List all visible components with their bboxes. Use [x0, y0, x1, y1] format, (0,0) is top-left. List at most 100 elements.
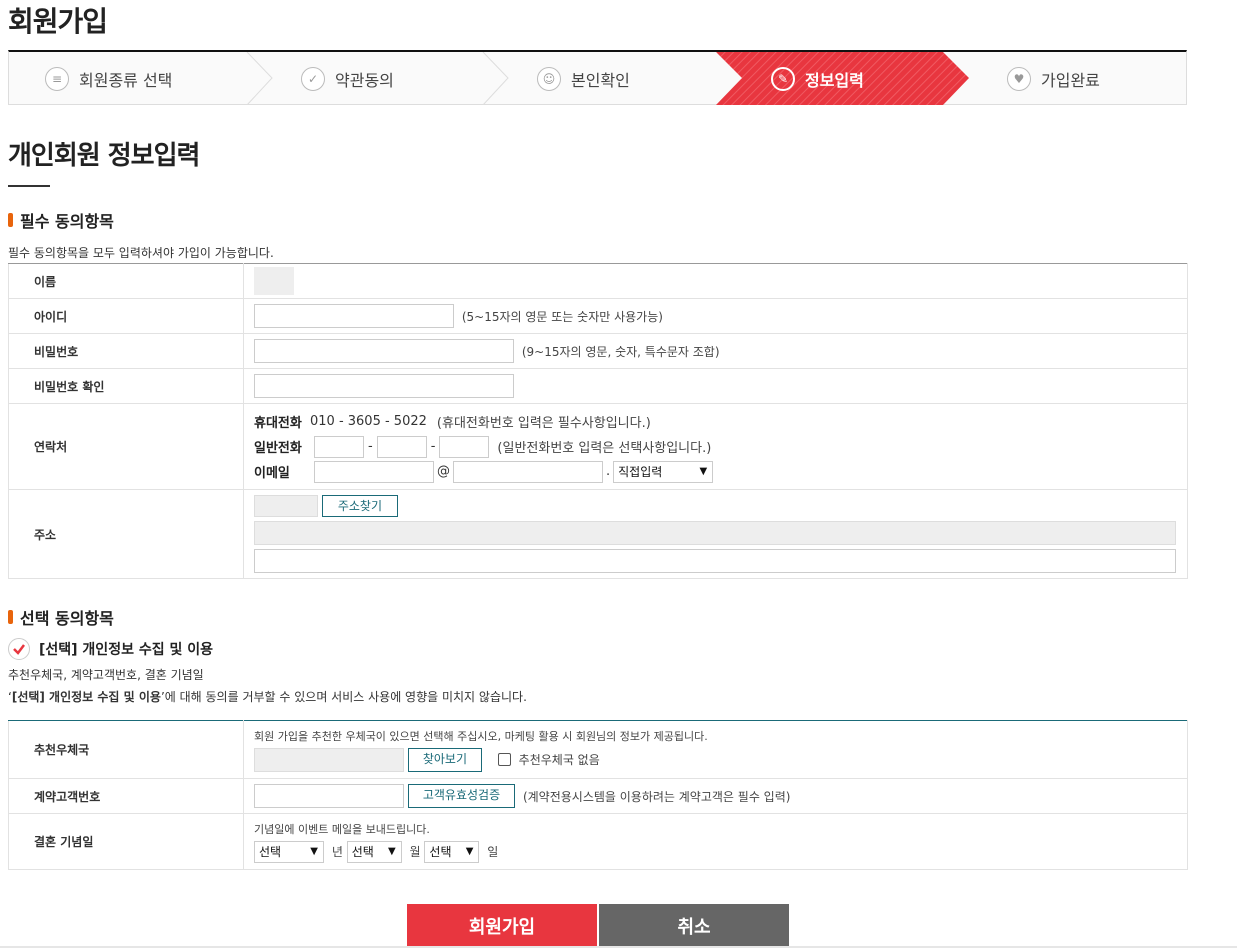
email-domain-select[interactable]: 직접입력 ▼ — [613, 460, 714, 483]
post-office-search-button[interactable]: 찾아보기 — [407, 747, 482, 772]
step-member-type: ≡ 회원종류 선택 — [45, 52, 172, 105]
notice-rest: ’에 대해 동의를 거부할 수 있으며 서비스 사용에 영향을 미치지 않습니다… — [160, 690, 527, 704]
phone-dash: - — [368, 439, 373, 454]
month-select[interactable]: 선택 ▼ — [346, 840, 402, 863]
optional-form-table: 추천우체국 회원 가입을 추천한 우체국이 있으면 선택해 주십시오, 마케팅 … — [8, 720, 1188, 870]
notice-bold: [선택] 개인정보 수집 및 이용 — [11, 690, 161, 704]
section-title: 개인회원 정보입력 — [8, 141, 200, 171]
year-unit: 년 — [331, 845, 343, 859]
chevron-down-icon: ▼ — [310, 845, 318, 857]
email-domain-input[interactable] — [453, 460, 603, 483]
step-separator — [246, 52, 273, 105]
step-info-input: ✎ 정보입력 — [771, 52, 864, 105]
phone-hint: (일반전화번호 입력은 선택사항입니다.) — [497, 441, 712, 456]
email-at: @ — [437, 464, 450, 479]
heart-icon: ♥ — [1007, 66, 1031, 91]
anniversary-label: 결혼 기념일 — [8, 813, 244, 870]
step-terms: ✓ 약관동의 — [301, 52, 394, 105]
consent-label: [선택] 개인정보 수집 및 이용 — [39, 642, 213, 658]
anniversary-desc: 기념일에 이벤트 메일을 보내드립니다. — [254, 822, 430, 836]
title-divider — [8, 185, 50, 187]
check-icon: ✓ — [301, 66, 325, 91]
step-label: 약관동의 — [335, 70, 394, 90]
chevron-down-icon: ▼ — [465, 845, 474, 857]
contract-label: 계약고객번호 — [8, 778, 244, 814]
table-row: 연락처 휴대전화 010 - 3605 - 5022 (휴대전화번호 입력은 필… — [8, 403, 1188, 490]
zipcode-row: 주소찾기 — [254, 495, 1177, 517]
person-icon: ☺ — [537, 66, 561, 91]
id-input[interactable] — [254, 304, 454, 328]
step-complete: ♥ 가입완료 — [1007, 52, 1100, 105]
chevron-down-icon: ▼ — [699, 465, 708, 477]
step-separator — [482, 52, 509, 105]
email-domain-select-value: 직접입력 — [618, 464, 663, 479]
step-verify: ☺ 본인확인 — [537, 52, 630, 105]
id-hint: (5~15자의 영문 또는 숫자만 사용가능) — [461, 309, 663, 324]
day-select-value: 선택 — [429, 844, 452, 859]
email-label: 이메일 — [254, 466, 290, 481]
month-select-value: 선택 — [351, 844, 374, 859]
optional-items-text: 추천우체국, 계약고객번호, 결혼 기념일 — [8, 668, 204, 682]
required-note: 필수 동의항목을 모두 입력하셔야 가입이 가능합니다. — [8, 246, 274, 260]
mobile-label: 휴대전화 — [254, 416, 302, 431]
post-office-input[interactable] — [254, 747, 404, 772]
optional-consent-checkbox[interactable]: [선택] 개인정보 수집 및 이용 — [8, 638, 213, 660]
step-label: 본인확인 — [571, 70, 630, 90]
table-row: 아이디 (5~15자의 영문 또는 숫자만 사용가능) — [8, 298, 1188, 334]
post-office-label: 추천우체국 — [8, 720, 244, 779]
id-label: 아이디 — [8, 298, 244, 334]
post-office-none-checkbox[interactable] — [497, 753, 511, 766]
email-id-input[interactable] — [314, 460, 434, 483]
table-row: 추천우체국 회원 가입을 추천한 우체국이 있으면 선택해 주십시오, 마케팅 … — [8, 720, 1188, 779]
cancel-button[interactable]: 취소 — [599, 904, 789, 948]
contract-hint: (계약전용시스템을 이용하려는 계약고객은 필수 입력) — [522, 789, 791, 804]
contract-verify-button[interactable]: 고객유효성검증 — [407, 784, 516, 808]
address-detail-input[interactable] — [254, 549, 1176, 573]
email-dot: . — [606, 464, 611, 479]
optional-title-text: 선택 동의항목 — [20, 609, 114, 628]
table-row: 계약고객번호 고객유효성검증 (계약전용시스템을 이용하려는 계약고객은 필수 … — [8, 778, 1188, 814]
zipcode-input[interactable] — [254, 495, 318, 517]
chevron-down-icon: ▼ — [388, 845, 396, 857]
password-label: 비밀번호 — [8, 333, 244, 369]
phone-part2-input[interactable] — [376, 435, 427, 458]
required-title: 필수 동의항목 — [8, 208, 114, 232]
table-row: 이름 — [8, 263, 1188, 299]
table-row: 주소 주소찾기 — [8, 489, 1188, 579]
step-label: 회원종류 선택 — [79, 70, 173, 90]
phone-row: 일반전화 - - (일반전화번호 입력은 선택사항입니다.) — [254, 434, 1186, 459]
year-select[interactable]: 선택 ▼ — [254, 840, 324, 863]
address-input[interactable] — [254, 521, 1176, 545]
step-label: 정보입력 — [805, 70, 864, 90]
address-label: 주소 — [8, 489, 244, 579]
bullet-icon — [8, 610, 13, 624]
name-value — [254, 267, 294, 295]
day-select[interactable]: 선택 ▼ — [424, 840, 480, 863]
year-select-value: 선택 — [259, 844, 282, 859]
contract-number-input[interactable] — [254, 784, 404, 808]
signup-submit-button[interactable]: 회원가입 — [407, 904, 597, 948]
table-row: 결혼 기념일 기념일에 이벤트 메일을 보내드립니다. 선택 ▼ 년 선택 ▼ … — [8, 813, 1188, 870]
table-row: 비밀번호 (9~15자의 영문, 숫자, 특수문자 조합) — [8, 333, 1188, 369]
check-icon — [8, 638, 30, 660]
optional-notice: ‘[선택] 개인정보 수집 및 이용’에 대해 동의를 거부할 수 있으며 서비… — [8, 688, 527, 705]
name-label: 이름 — [8, 263, 244, 299]
password-input[interactable] — [254, 339, 514, 363]
mobile-value: 010 - 3605 - 5022 — [310, 414, 427, 429]
table-row: 비밀번호 확인 — [8, 368, 1188, 404]
phone-part1-input[interactable] — [314, 435, 364, 458]
password-hint: (9~15자의 영문, 숫자, 특수문자 조합) — [521, 344, 720, 359]
password-confirm-input[interactable] — [254, 374, 514, 398]
address-search-button[interactable]: 주소찾기 — [321, 495, 398, 517]
contact-label: 연락처 — [8, 403, 244, 490]
signup-steps: ≡ 회원종류 선택 ✓ 약관동의 ☺ 본인확인 ✎ 정보입력 ♥ 가입완료 — [8, 50, 1187, 105]
page-title: 회원가입 — [8, 5, 108, 38]
day-unit: 일 — [487, 845, 499, 859]
pencil-icon: ✎ — [771, 66, 795, 91]
list-icon: ≡ — [45, 66, 69, 91]
optional-title: 선택 동의항목 — [8, 605, 114, 629]
phone-part3-input[interactable] — [439, 435, 490, 458]
required-form-table: 이름 아이디 (5~15자의 영문 또는 숫자만 사용가능) 비밀번호 (9~1… — [8, 263, 1188, 579]
email-row: 이메일 @ . 직접입력 ▼ — [254, 459, 1186, 484]
password-confirm-label: 비밀번호 확인 — [8, 368, 244, 404]
